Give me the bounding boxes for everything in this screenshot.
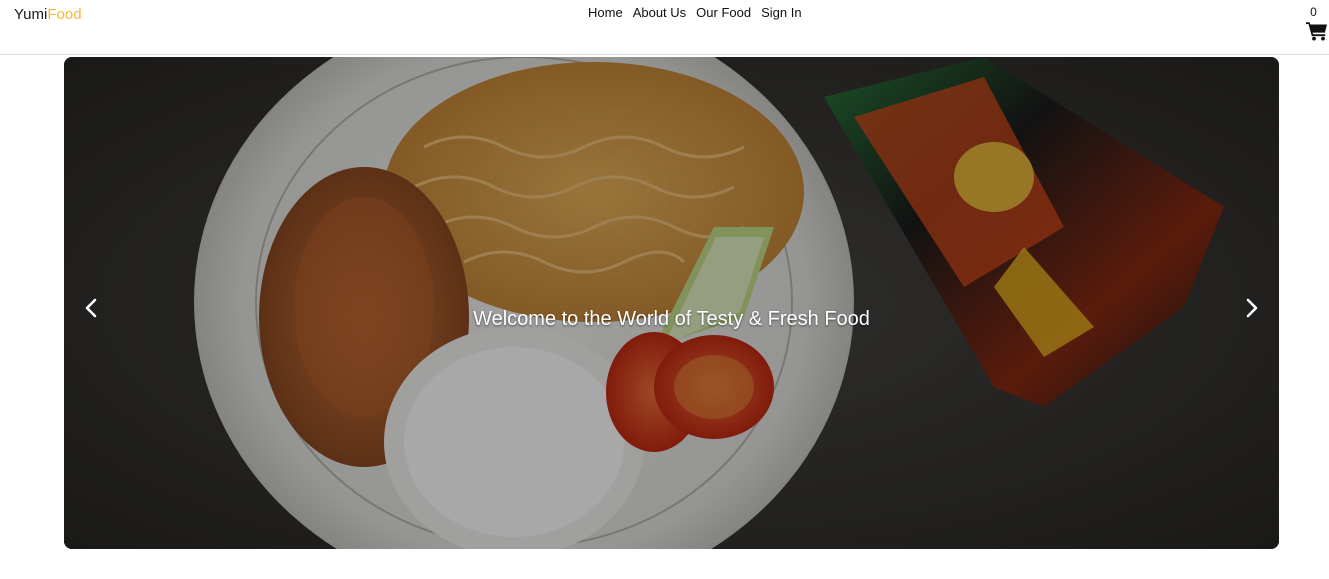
nav-link-our-food[interactable]: Our Food (696, 5, 751, 21)
carousel-next-button[interactable] (1237, 293, 1267, 323)
chevron-left-icon (85, 298, 97, 318)
carousel-prev-button[interactable] (76, 293, 106, 323)
nav-link-home[interactable]: Home (588, 5, 623, 21)
nav-link-about-us[interactable]: About Us (633, 5, 686, 21)
brand-name-part1: Yumi (14, 6, 48, 23)
navbar: YumiFood Home About Us Our Food Sign In … (0, 0, 1329, 55)
nav-link-sign-in[interactable]: Sign In (761, 5, 801, 21)
hero-overlay (64, 57, 1279, 549)
cart-count: 0 (1310, 5, 1317, 19)
shopping-cart-icon (1306, 22, 1327, 41)
brand-name-part2: Food (47, 6, 82, 23)
brand-logo[interactable]: YumiFood (14, 6, 82, 24)
main-nav: Home About Us Our Food Sign In (588, 5, 812, 21)
cart-button[interactable]: 0 (1305, 5, 1329, 41)
hero-carousel: Welcome to the World of Testy & Fresh Fo… (64, 57, 1279, 549)
hero-caption: Welcome to the World of Testy & Fresh Fo… (473, 308, 870, 330)
chevron-right-icon (1246, 298, 1258, 318)
